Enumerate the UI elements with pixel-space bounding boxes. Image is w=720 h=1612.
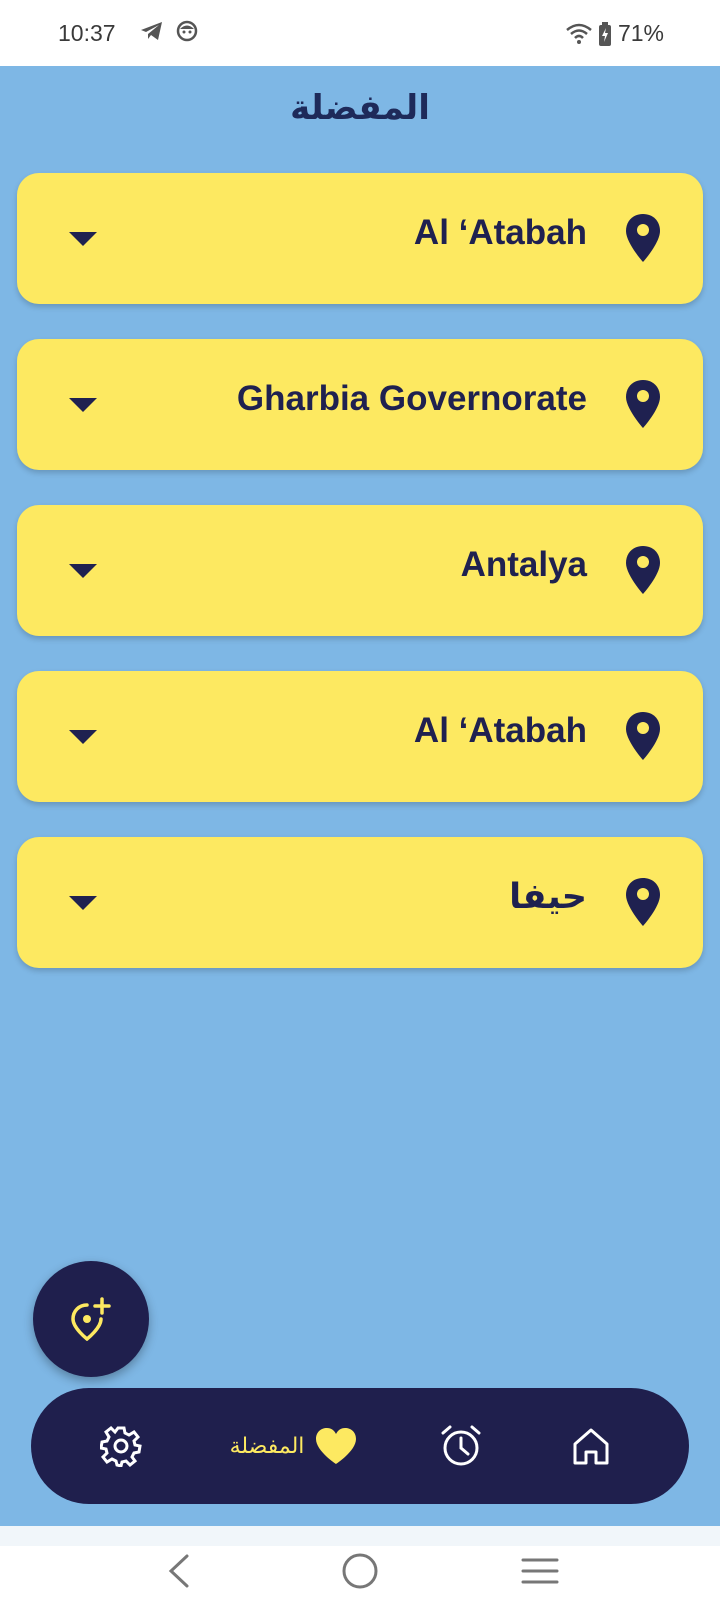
system-back-button[interactable]: [150, 1546, 210, 1596]
menu-lines-icon: [521, 1558, 559, 1584]
status-right: 71%: [566, 20, 664, 47]
bottom-navigation: المفضلة: [31, 1388, 689, 1504]
nav-alarm[interactable]: [433, 1388, 489, 1504]
favorite-card[interactable]: Gharbia Governorate: [17, 339, 703, 470]
favorite-card[interactable]: Antalya: [17, 505, 703, 636]
dropdown-arrow-icon[interactable]: [69, 564, 97, 578]
status-bar: 10:37 71%: [0, 0, 720, 66]
system-home-button[interactable]: [330, 1546, 390, 1596]
location-pin-icon: [626, 712, 660, 760]
nav-favorites-label: المفضلة: [229, 1433, 305, 1459]
telegram-icon: [141, 22, 162, 40]
battery-percent: 71%: [617, 20, 664, 46]
alarm-clock-icon: [441, 1425, 481, 1466]
favorite-card[interactable]: Al ‘Atabah: [17, 173, 703, 304]
heart-icon: [316, 1428, 357, 1464]
dropdown-arrow-icon[interactable]: [69, 398, 97, 412]
system-recents-button[interactable]: [510, 1546, 570, 1596]
wifi-icon: [566, 23, 592, 44]
system-nav-divider: [0, 1526, 720, 1546]
app-content: المفضلة Al ‘Atabah Gharbia Governorate A…: [0, 66, 720, 1526]
location-pin-icon: [626, 214, 660, 262]
dropdown-arrow-icon[interactable]: [69, 730, 97, 744]
notification-icons: [140, 20, 198, 42]
favorite-name: Gharbia Governorate: [236, 379, 587, 418]
location-pin-icon: [626, 878, 660, 926]
add-location-button[interactable]: [33, 1261, 149, 1377]
home-icon: [573, 1428, 609, 1465]
gear-icon: [100, 1425, 142, 1467]
location-pin-icon: [626, 380, 660, 428]
location-pin-icon: [626, 546, 660, 594]
favorites-list: Al ‘Atabah Gharbia Governorate Antalya A…: [17, 173, 703, 1003]
dropdown-arrow-icon[interactable]: [69, 896, 97, 910]
battery-charging-icon: [598, 21, 611, 46]
favorite-name: Al ‘Atabah: [413, 711, 587, 750]
status-time: 10:37: [58, 20, 116, 46]
face-icon: [176, 20, 198, 42]
favorite-name: Antalya: [460, 545, 587, 584]
back-chevron-icon: [168, 1554, 189, 1588]
home-circle-icon: [342, 1553, 378, 1589]
dropdown-arrow-icon[interactable]: [69, 232, 97, 246]
favorite-card[interactable]: Al ‘Atabah: [17, 671, 703, 802]
favorite-name: Al ‘Atabah: [413, 213, 587, 252]
favorite-card[interactable]: حيفا: [17, 837, 703, 968]
page-title: المفضلة: [290, 88, 430, 128]
nav-settings[interactable]: [93, 1388, 149, 1504]
favorite-name: حيفا: [509, 877, 587, 917]
nav-favorites[interactable]: المفضلة: [221, 1388, 367, 1504]
nav-home[interactable]: [563, 1388, 619, 1504]
add-location-icon: [71, 1297, 111, 1341]
